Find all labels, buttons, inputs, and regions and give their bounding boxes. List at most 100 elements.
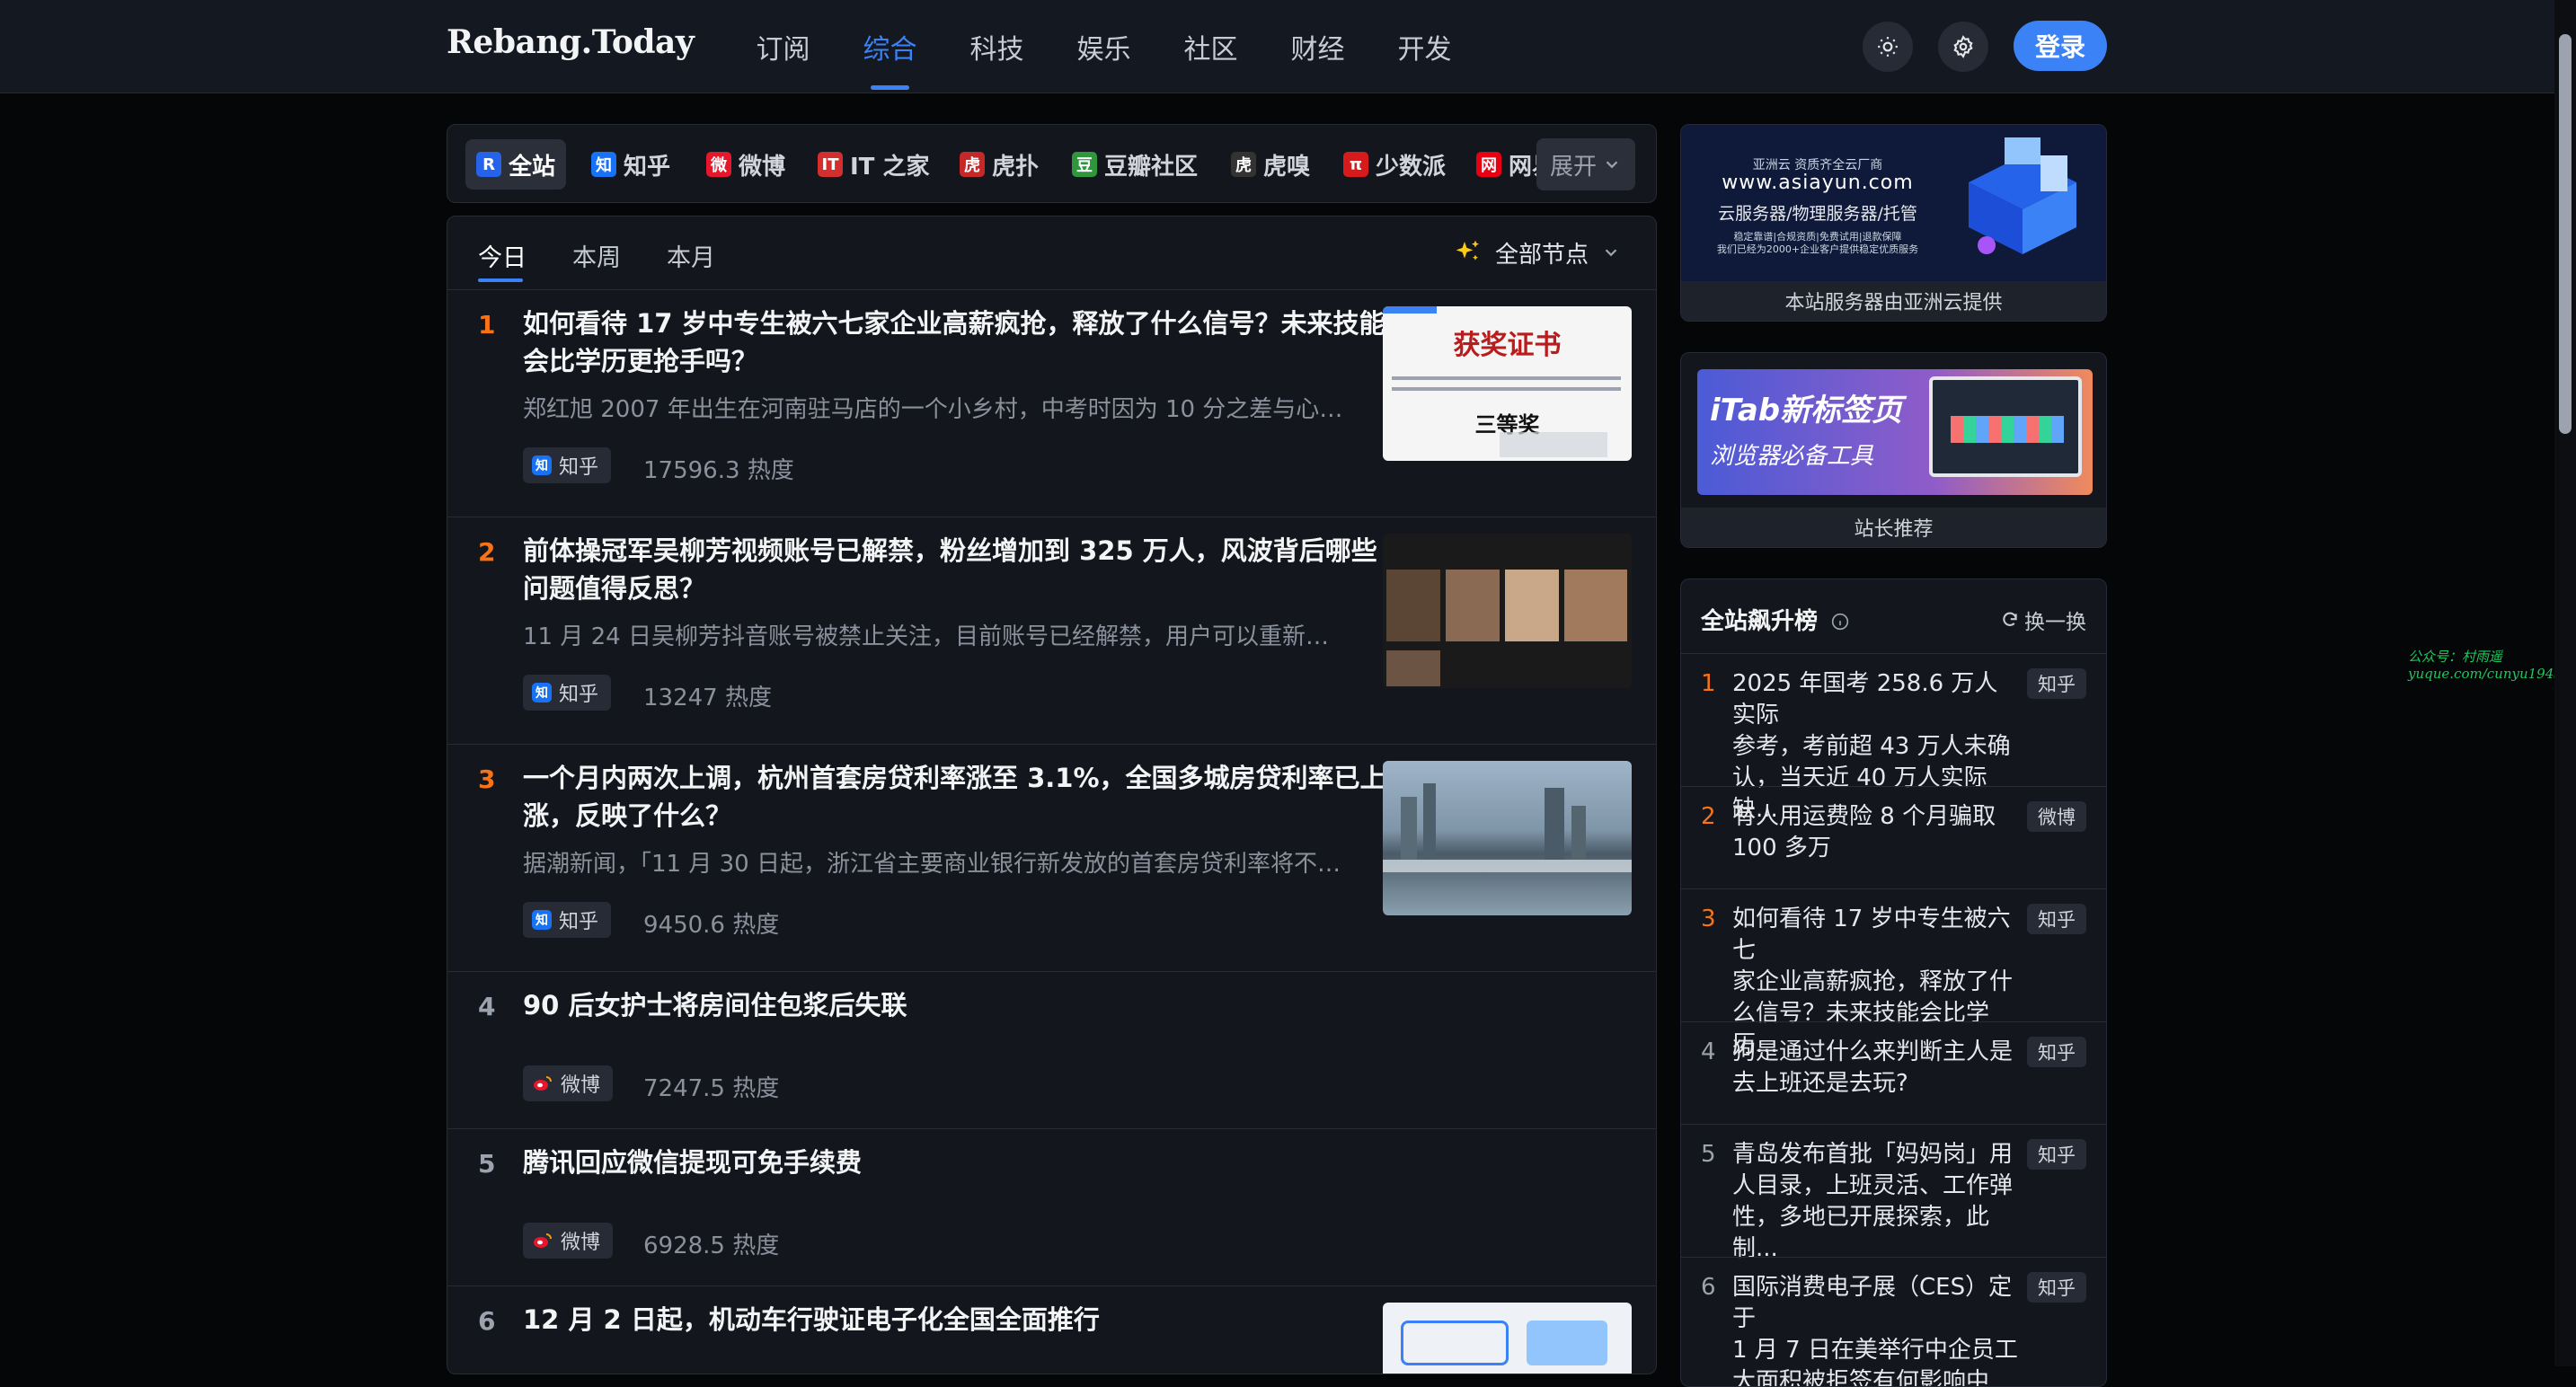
ranking-item[interactable]: 5 青岛发布首批「妈妈岗」用 人目录，上班灵活、工作弹 性，多地已开展探索，此制…	[1681, 1124, 2106, 1262]
ranking-item-title: 青岛发布首批「妈妈岗」用 人目录，上班灵活、工作弹 性，多地已开展探索，此制..…	[1732, 1139, 2020, 1265]
ranking-item[interactable]: 3 如何看待 17 岁中专生被六七 家企业高薪疯抢，释放了什 么信号？未来技能会…	[1681, 888, 2106, 1058]
rank-number: 4	[1701, 1038, 1716, 1065]
login-button[interactable]: 登录	[2014, 21, 2107, 71]
nav-general[interactable]: 综合	[837, 0, 943, 93]
item-title[interactable]: 90 后女护士将房间住包浆后失联	[523, 986, 907, 1024]
nav-community[interactable]: 社区	[1157, 0, 1264, 93]
rebang-logo-icon: R	[476, 152, 501, 177]
source-hupu[interactable]: 虎 虎扑	[960, 139, 1039, 190]
watermark: 公众号：村雨遥 yuque.com/cunyu1943	[2408, 649, 2563, 683]
item-thumbnail[interactable]: 获奖证书 三等奖	[1383, 306, 1632, 461]
info-icon[interactable]	[1831, 613, 1849, 631]
ad-text: 云服务器/物理服务器/托管	[1718, 204, 1917, 224]
server-illustration-icon	[1969, 137, 2076, 254]
source-tag[interactable]: 知乎	[2027, 668, 2086, 699]
source-tag[interactable]: 知乎	[2027, 1139, 2086, 1170]
ad-text: 我们已经为2000+企业客户提供稳定优质服务	[1716, 243, 1919, 255]
item-title[interactable]: 腾讯回应微信提现可免手续费	[523, 1144, 862, 1181]
rank-number: 3	[478, 764, 496, 794]
title-line: 问题值得反思？	[523, 573, 706, 604]
source-tag[interactable]: 知乎	[2027, 904, 2086, 934]
source-tag[interactable]: 知 知乎	[523, 902, 612, 938]
tab-month[interactable]: 本月	[667, 238, 715, 273]
ranking-item[interactable]: 6 国际消费电子展（CES）定于 1 月 7 日在美举行中企员工 大面积被拒签有…	[1681, 1257, 2106, 1386]
sspai-icon: π	[1343, 152, 1368, 177]
item-title[interactable]: 12 月 2 日起，机动车行驶证电子化全国全面推行	[523, 1301, 1100, 1338]
item-title[interactable]: 如何看待 17 岁中专生被六七家企业高薪疯抢，释放了什么信号？未来技能 会比学历…	[523, 305, 1385, 380]
nav-subscribe[interactable]: 订阅	[730, 0, 837, 93]
nav-tech[interactable]: 科技	[943, 0, 1050, 93]
source-sspai[interactable]: π 少数派	[1343, 139, 1446, 190]
source-tag[interactable]: 微博	[2027, 801, 2086, 832]
item-description: 据潮新闻，「11 月 30 日起，浙江省主要商业银行新发放的首套房贷利率将不低于…	[523, 851, 1350, 878]
ranking-item[interactable]: 2 有人用运费险 8 个月骗取 100 多万 微博	[1681, 786, 2106, 888]
title-line: 人目录，上班灵活、工作弹	[1732, 1172, 2014, 1199]
expand-label: 展开	[1549, 153, 1597, 181]
title-line: 100 多万	[1732, 835, 1831, 861]
list-item[interactable]: 3 一个月内两次上调，杭州首套房贷利率涨至 3.1%，全国多城房贷利率已上 涨，…	[447, 745, 1656, 972]
heat-value: 6928.5 热度	[643, 1232, 780, 1259]
weibo-icon	[534, 1076, 552, 1091]
item-title[interactable]: 前体操冠军吴柳芳视频账号已解禁，粉丝增加到 325 万人，风波背后哪些 问题值得…	[523, 532, 1377, 607]
item-thumbnail[interactable]	[1383, 534, 1632, 688]
item-description: 郑红旭 2007 年出生在河南驻马店的一个小乡村，中考时因为 10 分之差与心仪…	[523, 396, 1350, 423]
ranking-item[interactable]: 4 狗是通过什么来判断主人是 去上班还是去玩? 知乎	[1681, 1021, 2106, 1124]
list-item[interactable]: 5 腾讯回应微信提现可免手续费 微博 6928.5 热度	[447, 1129, 1656, 1286]
settings-button[interactable]	[1938, 22, 1988, 72]
source-douban[interactable]: 豆 豆瓣社区	[1072, 139, 1198, 190]
rank-number: 6	[478, 1306, 496, 1336]
source-ithome[interactable]: IT IT 之家	[818, 139, 929, 190]
theme-toggle-button[interactable]	[1863, 22, 1913, 72]
node-filter-label: 全部节点	[1495, 241, 1589, 269]
source-label: 微博	[739, 153, 786, 181]
source-tag[interactable]: 微博	[523, 1065, 614, 1101]
ranking-item[interactable]: 1 2025 年国考 258.6 万人实际 参考，考前超 43 万人未确 认，当…	[1681, 653, 2106, 823]
sponsor-card-asiayun[interactable]: 亚洲云 资质齐全云厂商 www.asiayun.com 云服务器/物理服务器/托…	[1680, 124, 2107, 322]
source-weibo[interactable]: 微 微博	[706, 139, 785, 190]
list-item[interactable]: 1 如何看待 17 岁中专生被六七家企业高薪疯抢，释放了什么信号？未来技能 会比…	[447, 290, 1656, 517]
douban-icon: 豆	[1072, 152, 1097, 177]
source-zhihu[interactable]: 知 知乎	[591, 139, 670, 190]
asiayun-banner[interactable]: 亚洲云 资质齐全云厂商 www.asiayun.com 云服务器/物理服务器/托…	[1681, 125, 2106, 283]
rank-number: 4	[478, 992, 496, 1021]
tab-week[interactable]: 本周	[572, 238, 621, 273]
item-title[interactable]: 一个月内两次上调，杭州首套房贷利率涨至 3.1%，全国多城房贷利率已上 涨，反映…	[523, 759, 1386, 835]
list-item[interactable]: 6 12 月 2 日起，机动车行驶证电子化全国全面推行	[447, 1286, 1656, 1374]
source-label: 虎嗅	[1263, 153, 1311, 181]
refresh-label: 换一换	[2024, 611, 2086, 634]
site-logo[interactable]: Rebang.Today	[447, 23, 695, 61]
ithome-icon: IT	[818, 152, 843, 177]
page-scrollbar-thumb[interactable]	[2559, 34, 2572, 434]
heat-value: 9450.6 热度	[643, 912, 780, 939]
source-tag[interactable]: 知乎	[2027, 1037, 2086, 1067]
item-thumbnail[interactable]	[1383, 761, 1632, 915]
nav-dev[interactable]: 开发	[1371, 0, 1478, 93]
title-line: 参考，考前超 43 万人未确	[1732, 733, 2011, 760]
source-label: IT 之家	[850, 153, 930, 181]
sponsor-card-itab[interactable]: iTab新标签页 浏览器必备工具 站长推荐	[1680, 352, 2107, 548]
sparkle-icon	[1456, 240, 1479, 261]
itab-banner[interactable]: iTab新标签页 浏览器必备工具	[1697, 369, 2093, 495]
item-thumbnail[interactable]	[1383, 1303, 1632, 1374]
tab-today[interactable]: 今日	[478, 238, 527, 273]
source-tag[interactable]: 知乎	[2027, 1272, 2086, 1303]
list-item[interactable]: 4 90 后女护士将房间住包浆后失联 微博 7247.5 热度	[447, 972, 1656, 1129]
nav-finance[interactable]: 财经	[1264, 0, 1371, 93]
list-item[interactable]: 2 前体操冠军吴柳芳视频账号已解禁，粉丝增加到 325 万人，风波背后哪些 问题…	[447, 517, 1656, 745]
expand-sources-button[interactable]: 展开	[1536, 138, 1635, 190]
itab-screen-preview	[1929, 376, 2082, 477]
node-filter-dropdown[interactable]: 全部节点	[1454, 234, 1621, 270]
title-line: 2025 年国考 258.6 万人实际	[1732, 670, 1998, 729]
source-tag[interactable]: 知 知乎	[523, 447, 612, 483]
source-tag-label: 知乎	[559, 684, 599, 706]
title-line: 会比学历更抢手吗？	[523, 346, 758, 376]
source-huxiu[interactable]: 虎 虎嗅	[1231, 139, 1310, 190]
ranking-item-title: 狗是通过什么来判断主人是 去上班还是去玩?	[1732, 1037, 2020, 1100]
source-all[interactable]: R 全站	[465, 139, 567, 190]
source-tag[interactable]: 知 知乎	[523, 675, 612, 711]
source-label: 少数派	[1376, 153, 1447, 181]
refresh-ranking-button[interactable]: 换一换	[2001, 605, 2086, 635]
site-rising-ranking: 全站飙升榜 换一换 1 2025 年国考 258.6 万人实际 参考，考前超 4…	[1680, 579, 2107, 1387]
nav-entertainment[interactable]: 娱乐	[1050, 0, 1157, 93]
source-tag[interactable]: 微博	[523, 1223, 614, 1259]
